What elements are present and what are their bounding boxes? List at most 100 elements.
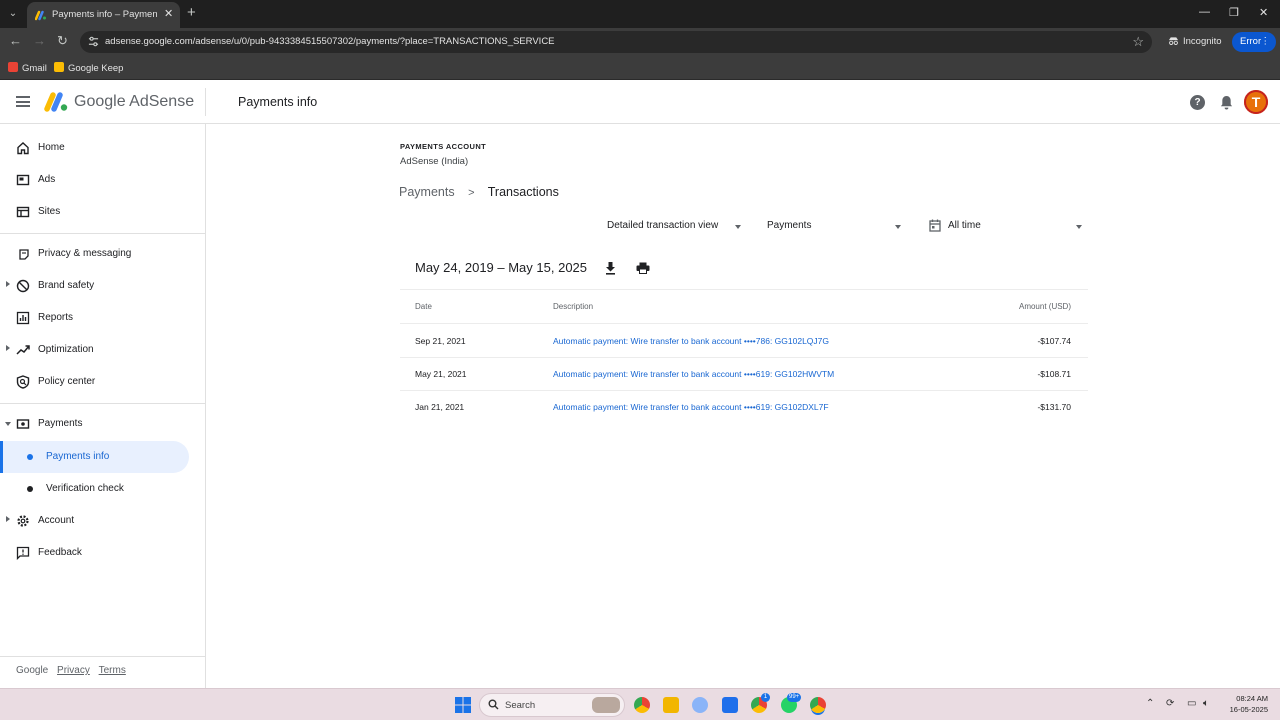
sidebar-item-label: Home <box>38 142 65 153</box>
notification-badge: 99+ <box>787 693 802 702</box>
sidebar-item-sites[interactable]: Sites <box>0 198 206 226</box>
reload-icon[interactable]: ↻ <box>57 33 68 49</box>
reports-icon <box>16 311 30 325</box>
dropdown-arrow-icon <box>1076 225 1082 229</box>
view-dropdown[interactable]: Detailed transaction view <box>607 218 745 236</box>
sidebar-subitem-label: Verification check <box>46 483 124 494</box>
sidebar-item-label: Policy center <box>38 376 96 387</box>
bookmark-label: Gmail <box>22 63 47 74</box>
notepad-icon[interactable] <box>722 697 738 713</box>
notification-badge: 1 <box>761 693 770 702</box>
search-highlight-image-icon <box>592 697 620 713</box>
forward-icon[interactable]: → <box>33 33 46 48</box>
expand-caret-icon[interactable] <box>6 516 10 522</box>
row-amount: -$131.70 <box>1037 402 1071 412</box>
payments-icon <box>16 419 30 429</box>
new-tab-icon[interactable]: + <box>187 4 196 21</box>
windows-taskbar: Search 1 99+ ⌃ ⟳ ▭ 🔈︎ 08:24 AM 16-05-202… <box>0 688 1280 720</box>
minimize-icon[interactable]: — <box>1199 6 1210 18</box>
trending-icon <box>16 345 30 355</box>
clock-time: 08:24 AM <box>1236 694 1268 703</box>
notifications-bell-icon[interactable] <box>1220 95 1233 110</box>
privacy-link[interactable]: Privacy <box>57 665 90 676</box>
sidebar-item-payments[interactable]: Payments <box>0 410 206 438</box>
expand-caret-icon[interactable] <box>6 345 10 351</box>
sidebar-item-label: Sites <box>38 206 61 217</box>
download-icon[interactable] <box>604 261 617 275</box>
menu-icon[interactable] <box>16 96 30 107</box>
taskbar-clock[interactable]: 08:24 AM 16-05-2025 <box>1224 693 1268 715</box>
adsense-logo-icon <box>44 92 68 112</box>
taskbar-search[interactable]: Search <box>479 693 625 717</box>
sidebar-item-privacy-messaging[interactable]: Privacy & messaging <box>0 240 206 268</box>
sidebar-item-brand-safety[interactable]: Brand safety <box>0 272 206 300</box>
sidebar-item-ads[interactable]: Ads <box>0 166 206 194</box>
sidebar-item-policy-center[interactable]: Policy center <box>0 368 206 396</box>
feedback-icon <box>16 546 30 560</box>
chrome-taskbar-icon[interactable] <box>634 697 650 713</box>
site-info-icon[interactable] <box>88 36 99 47</box>
date-range-dropdown[interactable]: All time <box>929 218 1085 236</box>
avatar[interactable]: T <box>1244 90 1268 114</box>
sidebar-item-reports[interactable]: Reports <box>0 304 206 332</box>
profile-error-button[interactable]: Error ⋮ <box>1232 32 1276 52</box>
kebab-menu-icon[interactable]: ⋮ <box>1261 32 1271 52</box>
row-description-link[interactable]: Automatic payment: Wire transfer to bank… <box>553 369 834 379</box>
tray-display-icon[interactable]: ▭ <box>1187 698 1196 709</box>
tab-close-icon[interactable]: ✕ <box>164 7 173 20</box>
column-header-amount: Amount (USD) <box>1018 302 1071 311</box>
incognito-indicator[interactable]: Incognito <box>1168 36 1222 47</box>
print-icon[interactable] <box>636 262 650 274</box>
sidebar-item-optimization[interactable]: Optimization <box>0 336 206 364</box>
window-close-icon[interactable]: ✕ <box>1259 6 1268 19</box>
clock-date: 16-05-2025 <box>1229 705 1268 714</box>
back-icon[interactable]: ← <box>9 33 22 48</box>
tray-chevron-up-icon[interactable]: ⌃ <box>1146 698 1154 709</box>
block-icon <box>16 279 30 293</box>
active-indicator <box>0 441 3 473</box>
breadcrumb-current: Transactions <box>487 185 559 199</box>
windows-start-icon[interactable] <box>455 697 471 713</box>
sidebar-subitem-payments-info[interactable]: Payments info <box>0 441 189 473</box>
sidebar-item-feedback[interactable]: Feedback <box>0 539 206 567</box>
sidebar-item-home[interactable]: Home <box>0 134 206 162</box>
file-explorer-icon[interactable] <box>663 697 679 713</box>
breadcrumb-payments-link[interactable]: Payments <box>399 185 455 199</box>
bookmarks-bar: Gmail Google Keep <box>0 56 1280 80</box>
row-description-link[interactable]: Automatic payment: Wire transfer to bank… <box>553 402 829 412</box>
tray-volume-icon[interactable]: 🔈︎ <box>1203 698 1209 709</box>
view-dropdown-value: Detailed transaction view <box>607 220 719 231</box>
address-bar[interactable]: adsense.google.com/adsense/u/0/pub-94333… <box>80 31 1152 53</box>
browser-tab-active[interactable]: Payments info – Payments – Go ✕ <box>27 2 180 28</box>
terms-link[interactable]: Terms <box>99 665 126 676</box>
bookmark-gmail[interactable]: Gmail <box>8 62 47 74</box>
breadcrumb-separator-icon: > <box>468 187 475 199</box>
error-label: Error <box>1240 36 1262 47</box>
collapse-caret-icon[interactable] <box>5 422 11 426</box>
column-header-date[interactable]: Date <box>415 302 432 311</box>
restore-icon[interactable]: ❐ <box>1229 6 1239 19</box>
logo-text[interactable]: Google AdSense <box>74 93 194 111</box>
bookmark-label: Google Keep <box>68 63 124 74</box>
help-icon[interactable]: ? <box>1190 95 1205 110</box>
sidebar-item-account[interactable]: Account <box>0 507 206 535</box>
incognito-icon <box>1168 37 1179 46</box>
tray-sync-icon[interactable]: ⟳ <box>1166 698 1174 709</box>
bookmark-google-keep[interactable]: Google Keep <box>54 62 123 74</box>
bullet-icon <box>27 454 33 460</box>
sidebar-item-label: Reports <box>38 312 74 323</box>
table-row: May 21, 2021 Automatic payment: Wire tra… <box>400 357 1088 390</box>
footer-brand: Google <box>16 665 49 676</box>
tab-search-chevron-icon[interactable]: ⌄ <box>4 5 22 23</box>
sidebar-subitem-verification-check[interactable]: Verification check <box>0 473 189 505</box>
table-row: Sep 21, 2021 Automatic payment: Wire tra… <box>400 324 1088 357</box>
type-dropdown[interactable]: Payments <box>767 218 905 236</box>
app-taskbar-icon[interactable] <box>692 697 708 713</box>
date-range-value: All time <box>948 220 981 231</box>
expand-caret-icon[interactable] <box>6 281 10 287</box>
sidebar-divider <box>0 233 206 234</box>
row-description-link[interactable]: Automatic payment: Wire transfer to bank… <box>553 336 829 346</box>
taskbar-search-placeholder: Search <box>505 700 536 711</box>
chrome-active-icon[interactable] <box>810 697 826 713</box>
bookmark-star-icon[interactable]: ☆ <box>1132 34 1144 50</box>
